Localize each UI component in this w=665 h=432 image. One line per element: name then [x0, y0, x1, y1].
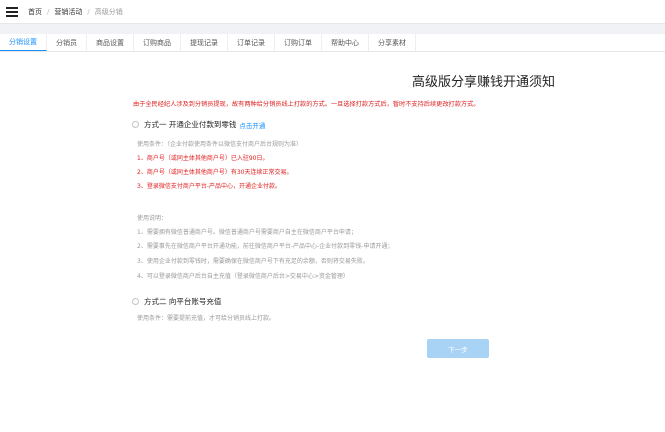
usage-item: 2、需要事先在微信商户平台开通功能，前往微信商户平台-产品中心-企业付款到零钱-… [137, 243, 394, 250]
tab-order-records[interactable]: 订单记录 [228, 34, 275, 51]
tab-share-materials[interactable]: 分享素材 [369, 34, 416, 51]
next-button[interactable]: 下一步 [427, 339, 489, 358]
option-1-label[interactable]: 方式一 开通企业付款到零钱 [144, 119, 236, 130]
usage-item: 1、需要拥有微信普通商户号。微信普通商户号需要商户自主在微信商户平台申请； [137, 229, 357, 236]
usage-item: 3、使用企业付款到零钱时，需要确保在微信商户号下有充足的余额，否则将交易失败。 [137, 258, 369, 265]
breadcrumb-separator: / [87, 7, 90, 16]
breadcrumb-separator: / [47, 7, 50, 16]
main-panel: 高级版分享赚钱开通须知 由于全民经纪人涉及到分销员提现，故有两种给分销员线上打款… [0, 52, 665, 432]
condition-item: 2、商户号（或同主体其他商户号）有30天连续正常交易。 [137, 169, 293, 176]
option-1-condition-title: 使用条件：（企业付款使用条件以微信支付商户后台规则为准） [137, 141, 303, 148]
option-2-radio[interactable] [132, 298, 139, 305]
tab-subscription-orders[interactable]: 订购订单 [275, 34, 322, 51]
breadcrumb-home[interactable]: 首页 [28, 7, 42, 17]
warning-text: 由于全民经纪人涉及到分销员提现，故有两种给分销员线上打款的方式。一旦选择打款方式… [133, 101, 480, 108]
tab-help-center[interactable]: 帮助中心 [322, 34, 369, 51]
breadcrumb-marketing[interactable]: 营销活动 [54, 7, 82, 17]
tab-distribution-settings[interactable]: 分销设置 [0, 34, 47, 51]
top-bar: 首页 / 营销活动 / 高级分销 [0, 0, 665, 24]
breadcrumb-current: 高级分销 [94, 7, 123, 16]
option-2-condition: 使用条件：需要提前充值，才可给分销员线上打款。 [137, 315, 276, 322]
option-1-radio[interactable] [132, 121, 139, 128]
tab-withdrawal-records[interactable]: 提现记录 [181, 34, 228, 51]
condition-item: 1、商户号（或同主体其他商户号）已入驻90日。 [137, 155, 269, 162]
page-title: 高级版分享赚钱开通须知 [411, 75, 555, 90]
option-2-row: 方式二 向平台账号充值 [132, 296, 221, 307]
enable-link[interactable]: 点击开通 [239, 120, 265, 130]
option-1-row: 方式一 开通企业付款到零钱 点击开通 [132, 119, 265, 130]
tab-bar: 分销设置 分销员 商品设置 订购商品 提现记录 订单记录 订购订单 帮助中心 分… [0, 34, 665, 52]
option-2-label[interactable]: 方式二 向平台账号充值 [144, 296, 221, 307]
tab-product-settings[interactable]: 商品设置 [87, 34, 134, 51]
tab-distributors[interactable]: 分销员 [47, 34, 87, 51]
usage-title: 使用说明： [137, 215, 168, 222]
condition-item: 3、登录微信支付商户平台-产品中心，开通企业付款。 [137, 183, 281, 190]
tab-ordered-products[interactable]: 订购商品 [134, 34, 181, 51]
usage-item: 4、可以登录微信商户后台自主充值（登录微信商户后台>交易中心>资金管理） [137, 273, 349, 280]
menu-icon[interactable] [6, 6, 18, 17]
